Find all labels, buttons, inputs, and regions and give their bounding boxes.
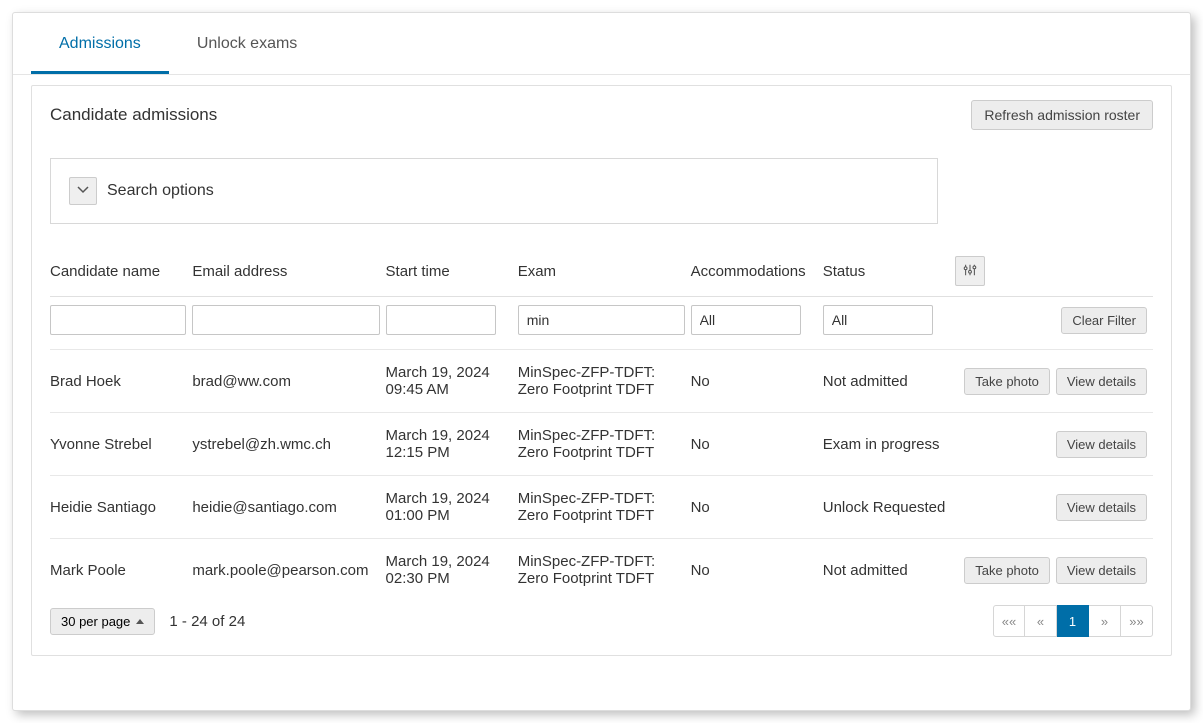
cell-accommodations: No	[691, 562, 710, 579]
tab-admissions[interactable]: Admissions	[31, 13, 169, 74]
tab-unlock-exams[interactable]: Unlock exams	[169, 13, 325, 74]
cell-exam: MinSpec-ZFP-TDFT: Zero Footprint TDFT	[518, 364, 656, 398]
page-first-button[interactable]: ««	[993, 605, 1025, 637]
filter-exam-input[interactable]	[518, 305, 685, 335]
cell-name: Brad Hoek	[50, 373, 121, 390]
cell-start: March 19, 2024 02:30 PM	[386, 553, 490, 587]
cell-accommodations: No	[691, 436, 710, 453]
cell-email: mark.poole@pearson.com	[192, 562, 368, 579]
page-last-button[interactable]: »»	[1121, 605, 1153, 637]
search-options-toggle[interactable]	[69, 177, 97, 205]
filter-email-input[interactable]	[192, 305, 379, 335]
cell-status: Not admitted	[823, 562, 908, 579]
cell-email: brad@ww.com	[192, 373, 291, 390]
take-photo-button[interactable]: Take photo	[964, 557, 1050, 584]
cell-email: heidie@santiago.com	[192, 499, 336, 516]
table-row: Brad Hoek brad@ww.com March 19, 2024 09:45…	[50, 350, 1153, 413]
cell-name: Mark Poole	[50, 562, 126, 579]
filter-accommodations-select[interactable]	[691, 305, 801, 335]
per-page-label: 30 per page	[61, 614, 130, 629]
take-photo-button[interactable]: Take photo	[964, 368, 1050, 395]
page-title: Candidate admissions	[50, 105, 217, 125]
sliders-icon	[963, 263, 977, 280]
filter-start-input[interactable]	[386, 305, 496, 335]
admissions-panel: Admissions Unlock exams Candidate admiss…	[12, 12, 1191, 711]
tabs: Admissions Unlock exams	[13, 13, 1190, 75]
cell-accommodations: No	[691, 373, 710, 390]
column-settings-button[interactable]	[955, 256, 985, 286]
table-row: Yvonne Strebel ystrebel@zh.wmc.ch March 19…	[50, 413, 1153, 476]
cell-email: ystrebel@zh.wmc.ch	[192, 436, 331, 453]
cell-status: Not admitted	[823, 373, 908, 390]
pagination-range: 1 - 24 of 24	[169, 613, 245, 630]
per-page-dropdown[interactable]: 30 per page	[50, 608, 155, 635]
page-1-button[interactable]: 1	[1057, 605, 1089, 637]
chevron-down-icon	[77, 184, 89, 199]
page-prev-button[interactable]: «	[1025, 605, 1057, 637]
cell-start: March 19, 2024 09:45 AM	[386, 364, 490, 398]
cell-start: March 19, 2024 12:15 PM	[386, 427, 490, 461]
card: Candidate admissions Refresh admission r…	[31, 85, 1172, 656]
refresh-roster-button[interactable]: Refresh admission roster	[971, 100, 1153, 130]
view-details-button[interactable]: View details	[1056, 431, 1147, 458]
search-options-label: Search options	[107, 182, 214, 200]
view-details-button[interactable]: View details	[1056, 368, 1147, 395]
cell-start: March 19, 2024 01:00 PM	[386, 490, 490, 524]
caret-up-icon	[136, 619, 144, 624]
cell-exam: MinSpec-ZFP-TDFT: Zero Footprint TDFT	[518, 553, 656, 587]
col-header-accommodations[interactable]: Accommodations	[691, 246, 823, 297]
col-header-email[interactable]: Email address	[192, 246, 385, 297]
cell-exam: MinSpec-ZFP-TDFT: Zero Footprint TDFT	[518, 490, 656, 524]
cell-status: Exam in progress	[823, 436, 940, 453]
col-header-name[interactable]: Candidate name	[50, 246, 192, 297]
cell-accommodations: No	[691, 499, 710, 516]
cell-name: Yvonne Strebel	[50, 436, 152, 453]
col-header-status[interactable]: Status	[823, 246, 955, 297]
cell-name: Heidie Santiago	[50, 499, 156, 516]
filter-status-select[interactable]	[823, 305, 933, 335]
col-header-start[interactable]: Start time	[386, 246, 518, 297]
search-options-box: Search options	[50, 158, 938, 224]
view-details-button[interactable]: View details	[1056, 494, 1147, 521]
table-row: Heidie Santiago heidie@santiago.com March …	[50, 476, 1153, 539]
filter-name-input[interactable]	[50, 305, 186, 335]
cell-exam: MinSpec-ZFP-TDFT: Zero Footprint TDFT	[518, 427, 656, 461]
clear-filter-button[interactable]: Clear Filter	[1061, 307, 1147, 334]
cell-status: Unlock Requested	[823, 499, 946, 516]
table-row: Mark Poole mark.poole@pearson.com March 19…	[50, 539, 1153, 602]
candidates-table: Candidate name Email address Start time …	[50, 246, 1153, 601]
col-header-exam[interactable]: Exam	[518, 246, 691, 297]
pagination: «« « 1 » »»	[993, 605, 1153, 637]
page-next-button[interactable]: »	[1089, 605, 1121, 637]
view-details-button[interactable]: View details	[1056, 557, 1147, 584]
